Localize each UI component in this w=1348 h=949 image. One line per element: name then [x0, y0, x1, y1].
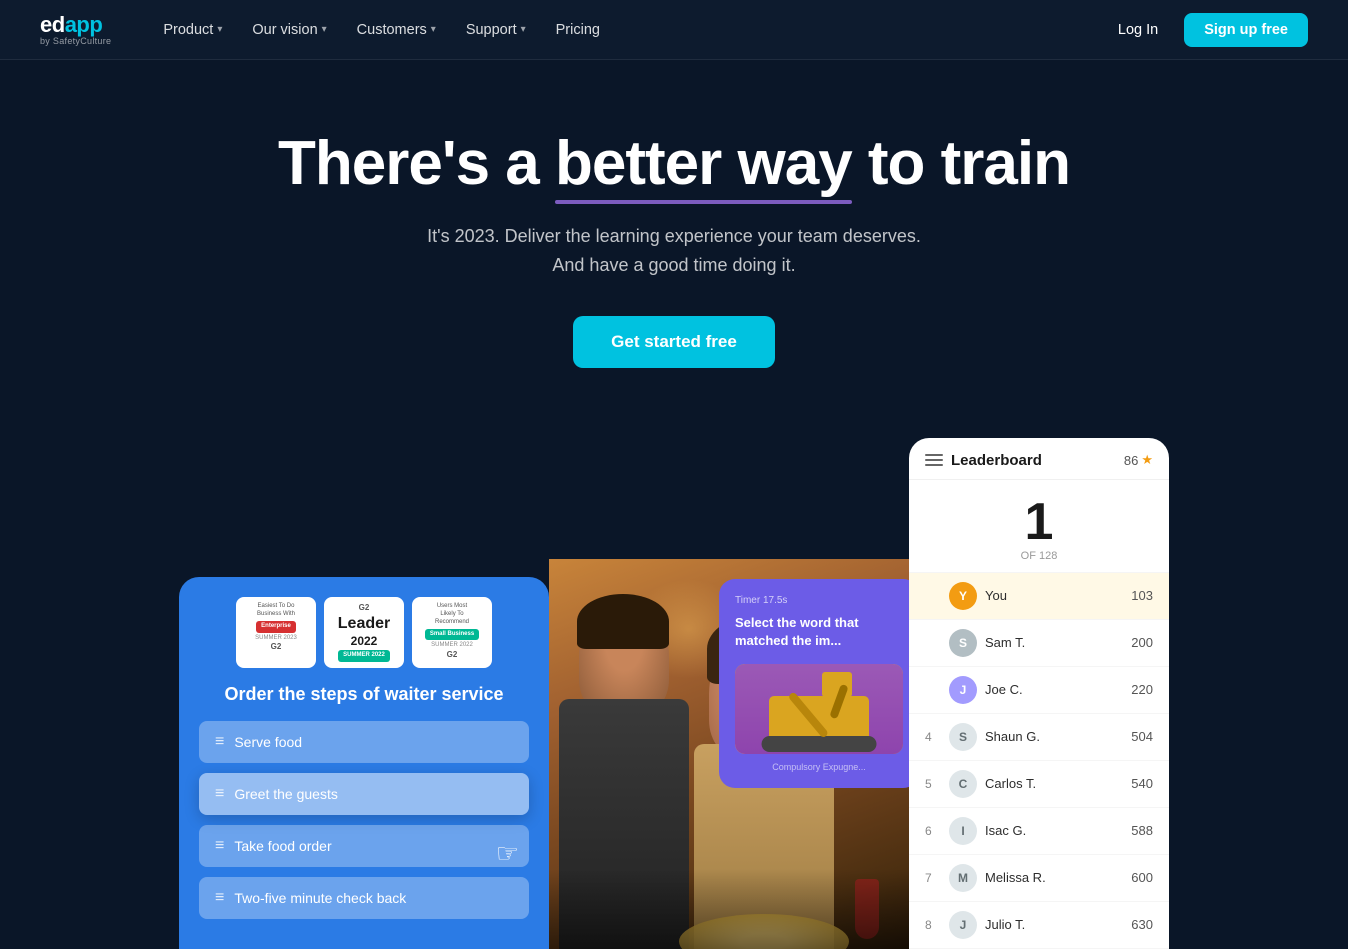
signup-button[interactable]: Sign up free: [1184, 13, 1308, 47]
card-leaderboard: Leaderboard 86 ★ 1 OF 128 Y You 103 S: [909, 438, 1169, 949]
lb-name-4: Shaun G.: [985, 729, 1131, 744]
lb-row-4: 4 S Shaun G. 504: [909, 714, 1169, 761]
badge-easiest: Easiest To DoBusiness With Enterprise SU…: [236, 597, 316, 668]
drag-icon: ≡: [215, 889, 224, 907]
avatar-4: S: [949, 723, 977, 751]
login-button[interactable]: Log In: [1106, 16, 1170, 44]
quiz-timer: Timer 17.5s: [735, 595, 903, 606]
nav-item-customers[interactable]: Customers ▾: [345, 16, 448, 44]
badge-recommend: Users MostLikely ToRecommend Small Busin…: [412, 597, 492, 668]
badge-leader: G2 Leader 2022 SUMMER 2022: [324, 597, 404, 668]
lb-points-you: 103: [1131, 588, 1153, 603]
hero-headline: There's a better way to train: [20, 130, 1328, 198]
step-greet-guests: ≡ Greet the guests: [199, 773, 529, 815]
lb-row-you: Y You 103: [909, 573, 1169, 620]
lb-name-you: You: [985, 588, 1131, 603]
rank-total: OF 128: [909, 550, 1169, 562]
chevron-down-icon: ▾: [521, 24, 526, 35]
nav-links: Product ▾ Our vision ▾ Customers ▾ Suppo…: [151, 16, 1106, 44]
step-check-back: ≡ Two-five minute check back: [199, 877, 529, 919]
lb-row-7: 7 M Melissa R. 600: [909, 855, 1169, 902]
nav-item-pricing[interactable]: Pricing: [544, 16, 612, 44]
quiz-image: [735, 664, 903, 754]
lb-points-3: 220: [1131, 682, 1153, 697]
lb-score: 86 ★: [1124, 452, 1153, 468]
chevron-down-icon: ▾: [431, 24, 436, 35]
lb-name-2: Sam T.: [985, 635, 1131, 650]
lb-points-8: 630: [1131, 917, 1153, 932]
leaderboard-title: Leaderboard: [951, 452, 1042, 469]
hero-section: There's a better way to train It's 2023.…: [0, 60, 1348, 398]
avatar-2: S: [949, 629, 977, 657]
headline-part1: There's a: [278, 129, 555, 198]
avatar-7: M: [949, 864, 977, 892]
chevron-down-icon: ▾: [322, 24, 327, 35]
step-serve-food: ≡ Serve food: [199, 721, 529, 763]
hamburger-icon: [925, 454, 943, 466]
nav-item-our-vision[interactable]: Our vision ▾: [240, 16, 338, 44]
lb-name-6: Isac G.: [985, 823, 1131, 838]
quiz-overlay-card: Timer 17.5s Select the word that matched…: [719, 579, 909, 788]
lb-name-8: Julio T.: [985, 917, 1131, 932]
nav-right: Log In Sign up free: [1106, 13, 1308, 47]
drag-icon: ≡: [215, 837, 224, 855]
drag-icon: ≡: [215, 785, 224, 803]
chevron-down-icon: ▾: [217, 24, 222, 35]
nav-item-support[interactable]: Support ▾: [454, 16, 538, 44]
nav-item-product[interactable]: Product ▾: [151, 16, 234, 44]
lb-header-left: Leaderboard: [925, 452, 1042, 469]
lb-row-5: 5 C Carlos T. 540: [909, 761, 1169, 808]
cursor-icon: ☞: [496, 838, 519, 869]
lb-name-5: Carlos T.: [985, 776, 1131, 791]
lb-row-6: 6 I Isac G. 588: [909, 808, 1169, 855]
headline-part2: to train: [852, 129, 1070, 198]
lb-points-4: 504: [1131, 729, 1153, 744]
card-title: Order the steps of waiter service: [199, 684, 529, 705]
star-icon: ★: [1141, 452, 1153, 468]
leaderboard-list: Y You 103 S Sam T. 200 J Joe C. 220 4 S: [909, 573, 1169, 949]
logo-accent: app: [65, 12, 103, 37]
lb-points-7: 600: [1131, 870, 1153, 885]
screenshots-section: Easiest To DoBusiness With Enterprise SU…: [0, 398, 1348, 949]
step-take-food-order: ≡ Take food order: [199, 825, 529, 867]
avatar-3: J: [949, 676, 977, 704]
quiz-question: Select the word that matched the im...: [735, 614, 903, 650]
lb-rank-hero: 1 OF 128: [909, 480, 1169, 573]
lb-name-3: Joe C.: [985, 682, 1131, 697]
badges-row: Easiest To DoBusiness With Enterprise SU…: [199, 597, 529, 668]
avatar-8: J: [949, 911, 977, 939]
lb-row-8: 8 J Julio T. 630: [909, 902, 1169, 949]
lb-name-7: Melissa R.: [985, 870, 1131, 885]
leaderboard-header: Leaderboard 86 ★: [909, 438, 1169, 480]
avatar-6: I: [949, 817, 977, 845]
quiz-footer: Compulsory Expugne...: [735, 762, 903, 772]
lb-points-2: 200: [1131, 635, 1153, 650]
card-photo: Timer 17.5s Select the word that matched…: [549, 559, 909, 949]
lb-row-2: S Sam T. 200: [909, 620, 1169, 667]
avatar-you: Y: [949, 582, 977, 610]
rank-number: 1: [909, 496, 1169, 548]
card-ordering-steps: Easiest To DoBusiness With Enterprise SU…: [179, 577, 549, 949]
drag-icon: ≡: [215, 733, 224, 751]
lb-points-5: 540: [1131, 776, 1153, 791]
lb-row-3: J Joe C. 220: [909, 667, 1169, 714]
hero-subtext: It's 2023. Deliver the learning experien…: [20, 222, 1328, 280]
navbar: edapp by SafetyCulture Product ▾ Our vis…: [0, 0, 1348, 60]
get-started-button[interactable]: Get started free: [573, 316, 775, 368]
headline-bold: better way: [555, 130, 852, 198]
logo-sub: by SafetyCulture: [40, 36, 111, 46]
avatar-5: C: [949, 770, 977, 798]
lb-points-6: 588: [1131, 823, 1153, 838]
logo-text: edapp: [40, 14, 111, 36]
logo[interactable]: edapp by SafetyCulture: [40, 14, 111, 46]
